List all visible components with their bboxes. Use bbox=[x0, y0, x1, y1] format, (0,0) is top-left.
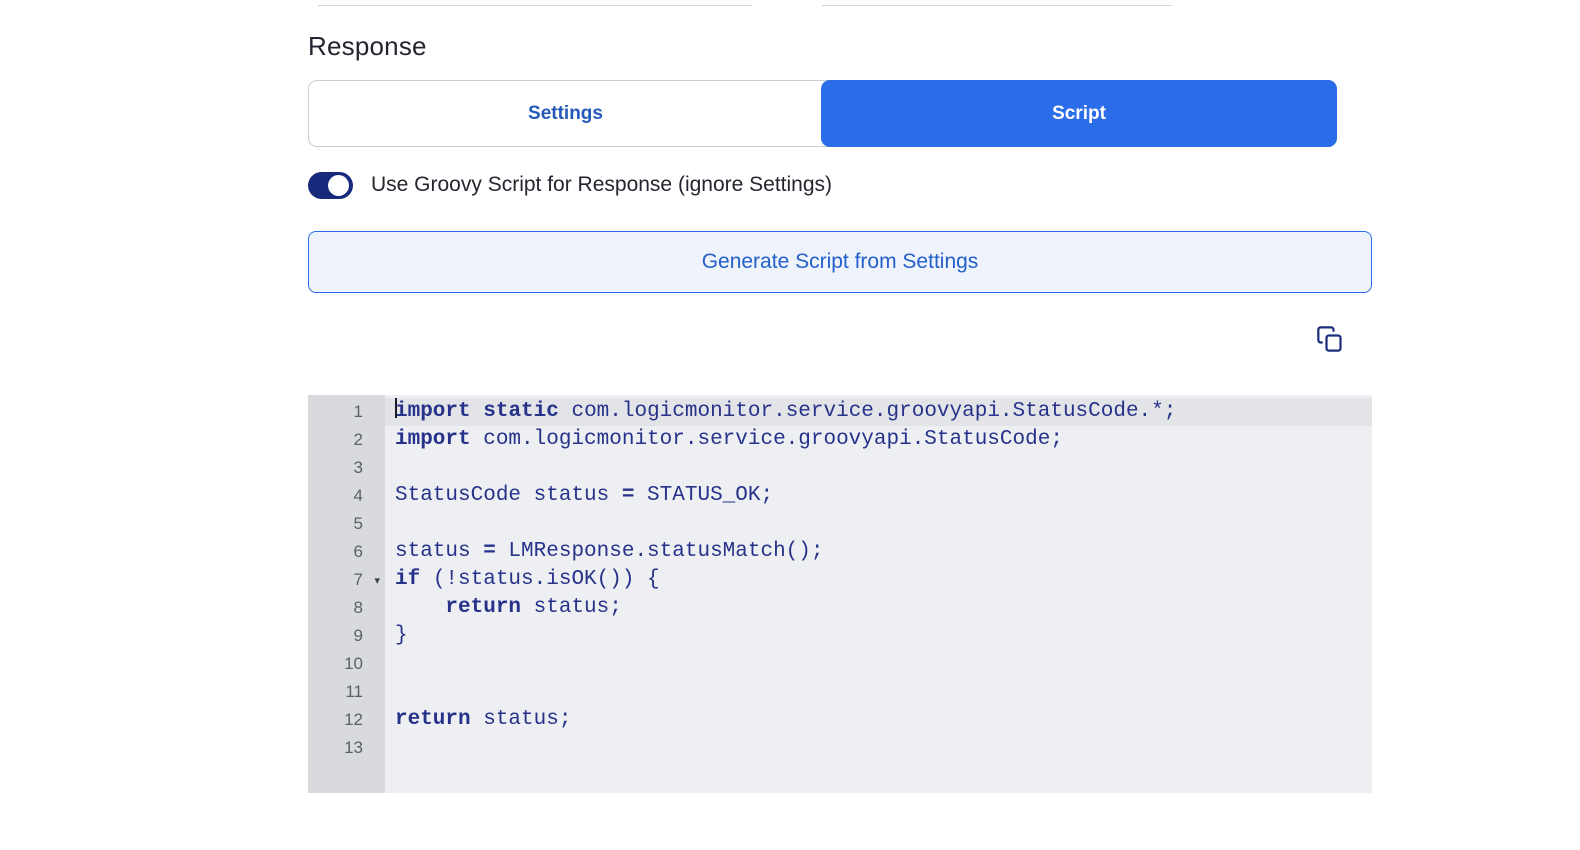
code-line[interactable]: if (!status.isOK()) { bbox=[385, 566, 1372, 594]
editor-code[interactable]: import static com.logicmonitor.service.g… bbox=[385, 395, 1372, 793]
tab-settings[interactable]: Settings bbox=[309, 81, 822, 146]
code-line[interactable]: return status; bbox=[385, 594, 1372, 622]
gutter-line-number: 12 bbox=[344, 710, 363, 729]
groovy-script-toggle[interactable] bbox=[308, 171, 353, 199]
code-line[interactable]: import static com.logicmonitor.service.g… bbox=[385, 398, 1372, 426]
gutter-line-number: 8 bbox=[353, 598, 363, 617]
gutter-line-number: 1 bbox=[353, 402, 363, 421]
page: Response Settings Script Use Groovy Scri… bbox=[0, 0, 1580, 850]
section-title-response: Response bbox=[308, 31, 427, 61]
code-line[interactable]: return status; bbox=[385, 706, 1372, 734]
code-line[interactable] bbox=[385, 678, 1372, 706]
gutter-line-number: 2 bbox=[353, 430, 363, 449]
code-line[interactable] bbox=[385, 650, 1372, 678]
top-field-right[interactable] bbox=[822, 0, 1172, 6]
code-line[interactable]: status = LMResponse.statusMatch(); bbox=[385, 538, 1372, 566]
tab-script-label: Script bbox=[1052, 102, 1106, 124]
gutter-line-number: 11 bbox=[345, 682, 363, 701]
gutter-line-number: 7 ▾ bbox=[308, 566, 385, 594]
code-line[interactable]: } bbox=[385, 622, 1372, 650]
code-editor[interactable]: 1 2 3 4 5 6 7 ▾ 8 9 10 11 12 13 import static com.log… bbox=[308, 395, 1372, 793]
code-line[interactable] bbox=[385, 454, 1372, 482]
gutter-line-number: 3 bbox=[353, 458, 363, 477]
gutter-line-number: 4 bbox=[353, 486, 363, 505]
tab-settings-label: Settings bbox=[528, 102, 603, 124]
gutter-line-number: 6 bbox=[353, 542, 363, 561]
copy-icon[interactable] bbox=[1312, 321, 1348, 357]
code-line[interactable] bbox=[385, 734, 1372, 762]
gutter-line-number: 10 bbox=[344, 654, 363, 673]
top-field-left[interactable] bbox=[318, 0, 752, 6]
gutter-line-number: 9 bbox=[353, 626, 363, 645]
text-cursor bbox=[395, 398, 397, 419]
gutter-line-number: 13 bbox=[344, 738, 363, 757]
tab-script[interactable]: Script bbox=[821, 80, 1337, 147]
response-tabs: Settings Script bbox=[308, 80, 1337, 147]
fold-arrow-icon[interactable]: ▾ bbox=[374, 567, 380, 595]
toggle-knob bbox=[328, 174, 349, 196]
code-line[interactable]: StatusCode status = STATUS_OK; bbox=[385, 482, 1372, 510]
gutter-line-number: 5 bbox=[353, 514, 363, 533]
groovy-toggle-label: Use Groovy Script for Response (ignore S… bbox=[371, 173, 833, 196]
code-line[interactable] bbox=[385, 510, 1372, 538]
groovy-toggle-row: Use Groovy Script for Response (ignore S… bbox=[308, 170, 832, 200]
code-line[interactable]: import com.logicmonitor.service.groovyap… bbox=[385, 426, 1372, 454]
editor-gutter: 1 2 3 4 5 6 7 ▾ 8 9 10 11 12 13 bbox=[308, 395, 385, 793]
generate-script-button[interactable]: Generate Script from Settings bbox=[308, 231, 1372, 293]
